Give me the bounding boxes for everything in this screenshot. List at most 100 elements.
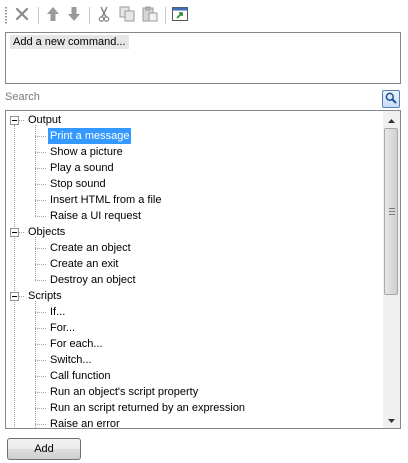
- tree-connector: [35, 200, 46, 201]
- tree-item-label: Play a sound: [50, 162, 114, 174]
- scroll-grip-line: [389, 214, 395, 215]
- pop-out-icon: [172, 6, 188, 24]
- scroll-up-icon: [388, 114, 395, 126]
- scroll-thumb[interactable]: [384, 128, 398, 295]
- tree-connector: [35, 392, 46, 393]
- tree-connector: [35, 152, 46, 153]
- copy-button[interactable]: [117, 5, 137, 25]
- search-field[interactable]: Search: [5, 91, 40, 103]
- tree-item[interactable]: For...: [6, 320, 376, 336]
- tree-item[interactable]: Create an exit: [6, 256, 376, 272]
- paste-icon: [142, 6, 158, 25]
- tree-connector: [35, 301, 36, 428]
- pop-out-button[interactable]: [170, 5, 190, 25]
- tree-item[interactable]: Destroy an object: [6, 272, 376, 288]
- tree-item-label: Run an script returned by an expression: [50, 402, 246, 414]
- tree-connector: [35, 184, 46, 185]
- tree-item-label: Switch...: [50, 354, 92, 366]
- tree-connector: [35, 168, 46, 169]
- tree-connector: [35, 376, 46, 377]
- tree-content: Output Print a message Show a picture Play …: [6, 111, 384, 428]
- toolbar: [0, 0, 408, 30]
- move-down-button[interactable]: [64, 5, 84, 25]
- tree-item[interactable]: Call function: [6, 368, 376, 384]
- tree-connector: [35, 264, 46, 265]
- tree-category-label: Output: [28, 114, 62, 126]
- tree-connector: [19, 296, 24, 297]
- tree-connector: [35, 328, 46, 329]
- cut-button[interactable]: [94, 5, 114, 25]
- tree-item-label: Insert HTML from a file: [50, 194, 162, 206]
- tree-item-label: Destroy an object: [50, 274, 136, 286]
- tree-category-scripts[interactable]: Scripts: [6, 288, 376, 304]
- command-list[interactable]: Add a new command...: [5, 32, 401, 84]
- tree-item[interactable]: If...: [6, 304, 376, 320]
- tree-connector: [35, 216, 46, 217]
- collapse-toggle-icon[interactable]: [10, 116, 19, 125]
- tree-item-label: Stop sound: [50, 178, 106, 190]
- delete-button[interactable]: [12, 5, 32, 25]
- delete-x-icon: [15, 7, 29, 24]
- tree-item[interactable]: Show a picture: [6, 144, 376, 160]
- tree-item-label: Raise a UI request: [50, 210, 142, 222]
- tree-connector: [35, 125, 36, 216]
- toolbar-grip[interactable]: [5, 7, 7, 25]
- scroll-down-arrow[interactable]: [383, 411, 400, 428]
- tree-connector: [35, 344, 46, 345]
- toolbar-separator: [165, 7, 166, 24]
- tree-item-label: Create an object: [50, 242, 131, 254]
- tree-item-label: Raise an error: [50, 418, 120, 429]
- tree-item[interactable]: For each...: [6, 336, 376, 352]
- tree-item[interactable]: Play a sound: [6, 160, 376, 176]
- tree-category-label: Scripts: [28, 290, 62, 302]
- scroll-up-arrow[interactable]: [383, 111, 400, 128]
- tree-category-objects[interactable]: Objects: [6, 224, 376, 240]
- tree-scrollbar[interactable]: [383, 111, 400, 428]
- toolbar-separator: [38, 7, 39, 24]
- toolbar-separator: [89, 7, 90, 24]
- magnifier-icon: [385, 92, 397, 107]
- scroll-down-icon: [388, 414, 395, 426]
- tree-item[interactable]: Raise a UI request: [6, 208, 376, 224]
- search-button[interactable]: [382, 90, 400, 108]
- tree-connector: [35, 312, 46, 313]
- tree-category-label: Objects: [28, 226, 66, 238]
- tree-connector: [35, 424, 46, 425]
- tree-category-output[interactable]: Output: [6, 112, 376, 128]
- tree-item[interactable]: Stop sound: [6, 176, 376, 192]
- tree-item[interactable]: Run an object's script property: [6, 384, 376, 400]
- add-button[interactable]: Add: [7, 438, 81, 460]
- collapse-toggle-icon[interactable]: [10, 228, 19, 237]
- tree-item[interactable]: Run an script returned by an expression: [6, 400, 376, 416]
- tree-item-label: Call function: [50, 370, 111, 382]
- tree-item-label: For...: [50, 322, 76, 334]
- arrow-up-icon: [46, 6, 60, 25]
- tree-item-label: For each...: [50, 338, 103, 350]
- tree-connector: [35, 237, 36, 280]
- scroll-grip-line: [389, 211, 395, 212]
- paste-button[interactable]: [140, 5, 160, 25]
- tree-connector: [35, 408, 46, 409]
- tree-connector: [19, 120, 24, 121]
- tree-item[interactable]: Print a message: [6, 128, 376, 144]
- tree-item[interactable]: Insert HTML from a file: [6, 192, 376, 208]
- tree-item[interactable]: Create an object: [6, 240, 376, 256]
- tree-connector: [35, 360, 46, 361]
- copy-icon: [119, 6, 135, 25]
- tree-item-label: Run an object's script property: [50, 386, 199, 398]
- collapse-toggle-icon[interactable]: [10, 292, 19, 301]
- move-up-button[interactable]: [43, 5, 63, 25]
- scroll-grip-line: [389, 208, 395, 209]
- tree-item-label: Create an exit: [50, 258, 119, 270]
- tree-item[interactable]: Switch...: [6, 352, 376, 368]
- tree-item[interactable]: Raise an error: [6, 416, 376, 429]
- tree-item-label: Show a picture: [50, 146, 123, 158]
- add-new-command-item[interactable]: Add a new command...: [10, 35, 129, 49]
- tree-connector: [35, 136, 46, 137]
- tree-item-label: Print a message: [48, 128, 132, 144]
- command-tree[interactable]: Output Print a message Show a picture Play …: [5, 110, 401, 429]
- arrow-down-icon: [67, 6, 81, 25]
- tree-item-label: If...: [50, 306, 66, 318]
- tree-connector: [35, 280, 46, 281]
- scissors-icon: [97, 6, 111, 25]
